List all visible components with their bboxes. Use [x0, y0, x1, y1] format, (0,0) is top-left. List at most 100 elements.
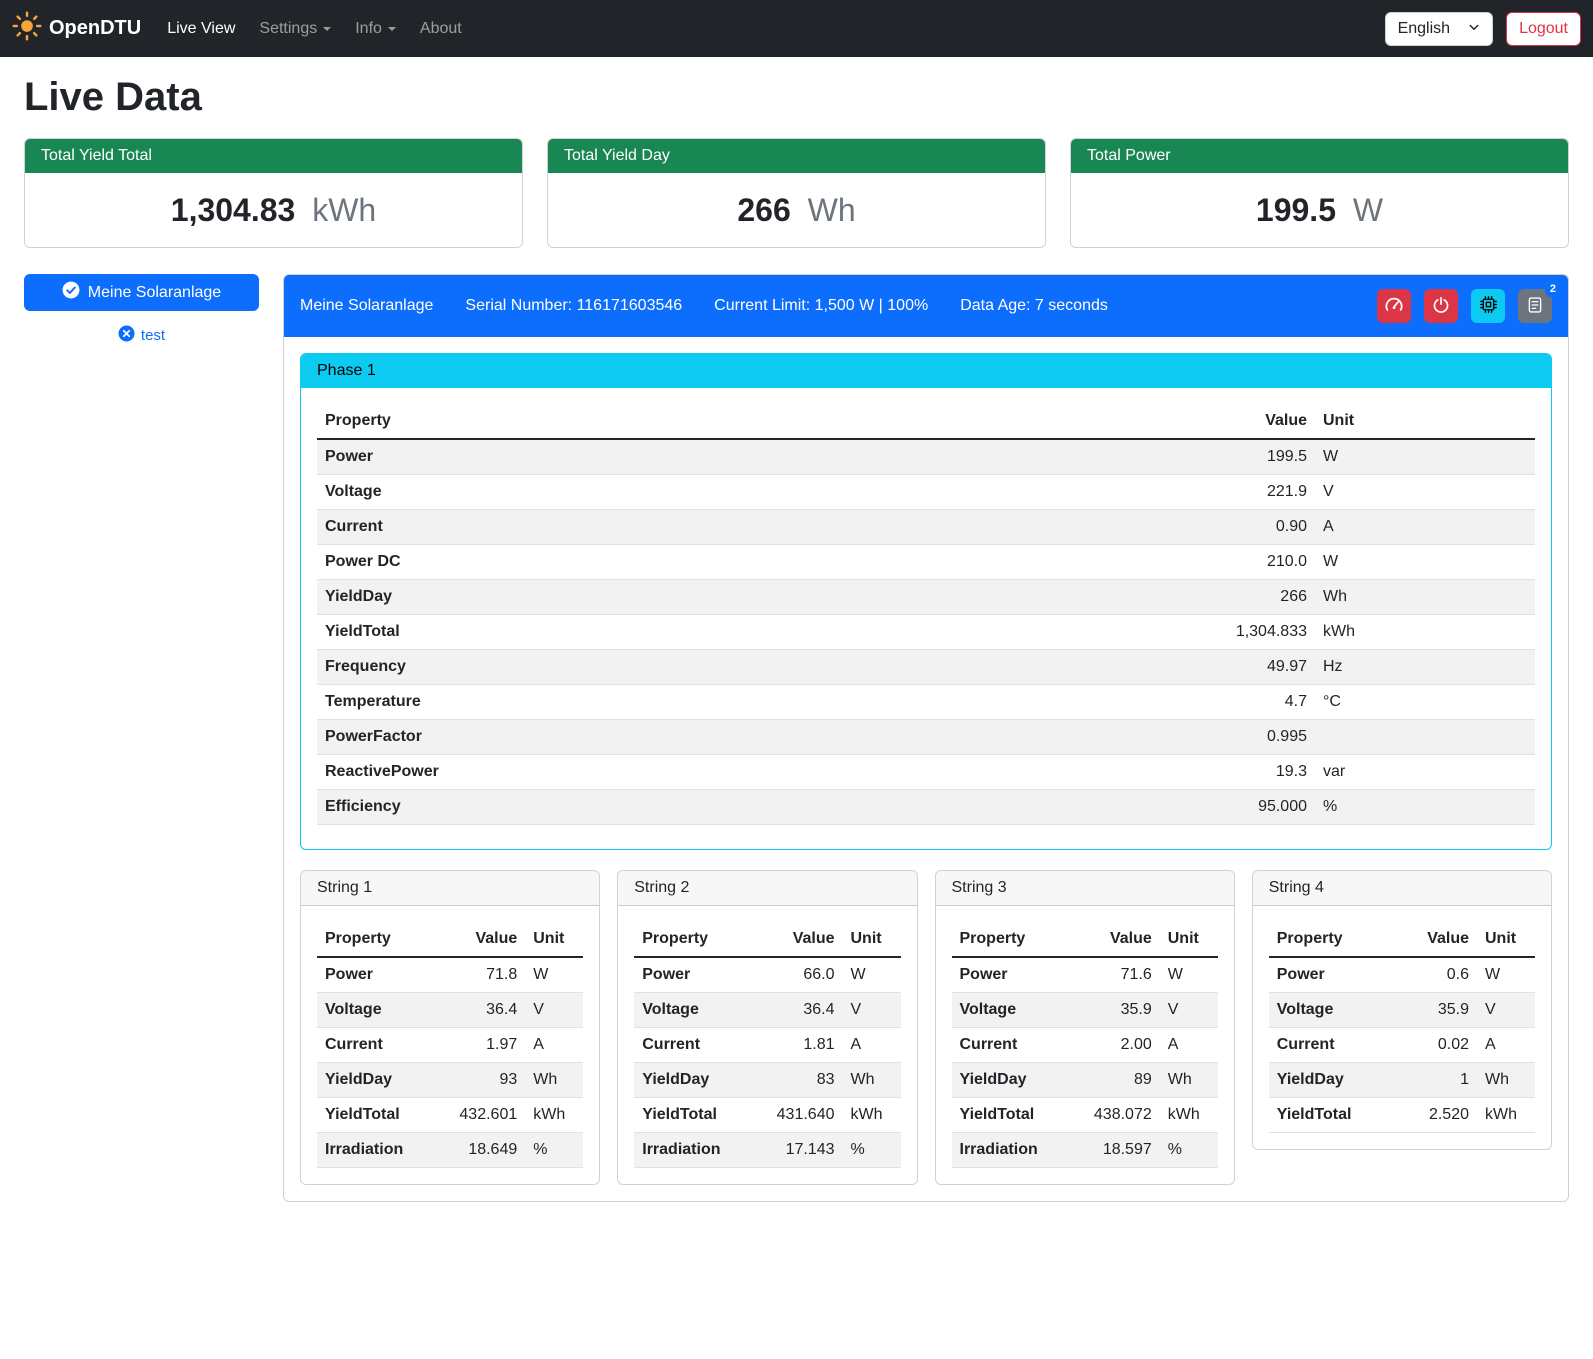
strings-row: String 1 Property Value Unit [300, 870, 1552, 1185]
value-cell: 83 [763, 1063, 843, 1098]
inverter-serial: Serial Number: 116171603546 [465, 297, 682, 315]
summary-card-total-yield-total: Total Yield Total 1,304.83 kWh [24, 138, 523, 248]
string-card-body: Property Value Unit Power 0.6 [1253, 906, 1551, 1133]
column-header-property: Property [317, 922, 445, 957]
property-cell: Power [634, 957, 762, 993]
property-cell: Power [1269, 957, 1397, 993]
value-cell: 35.9 [1080, 993, 1160, 1028]
property-cell: YieldDay [317, 580, 1115, 615]
value-cell: 1,304.833 [1115, 615, 1315, 650]
summary-card-value: 199.5 [1256, 192, 1336, 228]
unit-cell: % [1315, 790, 1535, 825]
column-header-property: Property [952, 922, 1080, 957]
sidebar-item-test[interactable]: test [24, 325, 259, 346]
property-cell: Temperature [317, 685, 1115, 720]
phase-table: Property Value Unit Power 199.5 W [317, 404, 1535, 825]
value-cell: 66.0 [763, 957, 843, 993]
limit-settings-button[interactable] [1377, 289, 1411, 323]
inverter-select-label: Meine Solaranlage [88, 284, 221, 302]
table-row: Current 1.97 A [317, 1028, 583, 1063]
string-card-title: String 1 [301, 871, 599, 906]
value-cell: 18.597 [1080, 1133, 1160, 1168]
unit-cell: A [525, 1028, 583, 1063]
nav-item-label: About [420, 20, 462, 38]
unit-cell: V [843, 993, 901, 1028]
table-row: Current 0.90 A [317, 510, 1535, 545]
table-row: Voltage 35.9 V [952, 993, 1218, 1028]
summary-card-body: 1,304.83 kWh [25, 173, 522, 247]
brand[interactable]: OpenDTU [12, 11, 141, 47]
unit-cell: Wh [1160, 1063, 1218, 1098]
property-cell: YieldTotal [634, 1098, 762, 1133]
string-card-body: Property Value Unit Power 66.0 [618, 906, 916, 1168]
summary-card-unit: Wh [808, 192, 856, 228]
inverter-panel: Meine Solaranlage Serial Number: 1161716… [283, 274, 1569, 1202]
nav-item-info[interactable]: Info [347, 12, 404, 46]
column-header-value: Value [763, 922, 843, 957]
caret-down-icon [388, 27, 396, 31]
unit-cell: W [1315, 439, 1535, 475]
string-card-2: String 2 Property Value Unit [617, 870, 917, 1185]
string-table: Property Value Unit Power 71.8 [317, 922, 583, 1168]
summary-card-total-yield-day: Total Yield Day 266 Wh [547, 138, 1046, 248]
event-log-button[interactable]: 2 [1518, 289, 1552, 323]
gauge-icon [1384, 295, 1404, 318]
value-cell: 221.9 [1115, 475, 1315, 510]
value-cell: 17.143 [763, 1133, 843, 1168]
navbar-right: English Logout [1385, 12, 1581, 46]
chevron-down-icon [1468, 20, 1480, 38]
page-title: Live Data [24, 75, 1569, 120]
device-info-button[interactable] [1471, 289, 1505, 323]
string-table: Property Value Unit Power 0.6 [1269, 922, 1535, 1133]
phase-card-body: Property Value Unit Power 199.5 W [301, 388, 1551, 849]
property-cell: YieldTotal [317, 1098, 445, 1133]
table-row: YieldTotal 1,304.833 kWh [317, 615, 1535, 650]
unit-cell: °C [1315, 685, 1535, 720]
check-circle-icon [62, 281, 80, 304]
journal-icon [1526, 296, 1544, 317]
value-cell: 2.520 [1397, 1098, 1477, 1133]
inverter-select-button[interactable]: Meine Solaranlage [24, 274, 259, 311]
unit-cell: kWh [843, 1098, 901, 1133]
sidebar-item-test-label: test [141, 327, 165, 344]
unit-cell [1315, 720, 1535, 755]
power-control-button[interactable] [1424, 289, 1458, 323]
unit-cell: % [1160, 1133, 1218, 1168]
value-cell: 71.8 [445, 957, 525, 993]
column-header-unit: Unit [1315, 404, 1535, 439]
value-cell: 2.00 [1080, 1028, 1160, 1063]
table-row: YieldTotal 2.520 kWh [1269, 1098, 1535, 1133]
value-cell: 431.640 [763, 1098, 843, 1133]
column-header-property: Property [634, 922, 762, 957]
value-cell: 36.4 [763, 993, 843, 1028]
string-card-3: String 3 Property Value Unit [935, 870, 1235, 1185]
unit-cell: W [843, 957, 901, 993]
language-select[interactable]: English [1385, 12, 1493, 46]
nav-item-about[interactable]: About [412, 12, 470, 46]
table-row: Voltage 221.9 V [317, 475, 1535, 510]
logout-button[interactable]: Logout [1506, 12, 1581, 46]
x-circle-icon[interactable] [118, 325, 135, 346]
table-row: YieldDay 83 Wh [634, 1063, 900, 1098]
summary-card-title: Total Power [1071, 139, 1568, 173]
caret-down-icon [323, 27, 331, 31]
property-cell: Power DC [317, 545, 1115, 580]
inverter-panel-header: Meine Solaranlage Serial Number: 1161716… [284, 275, 1568, 337]
summary-card-body: 199.5 W [1071, 173, 1568, 247]
value-cell: 0.02 [1397, 1028, 1477, 1063]
nav-item-settings[interactable]: Settings [251, 12, 339, 46]
unit-cell: kWh [1315, 615, 1535, 650]
nav-item-live-view[interactable]: Live View [159, 12, 243, 46]
table-row: Efficiency 95.000 % [317, 790, 1535, 825]
inverter-limit: Current Limit: 1,500 W | 100% [714, 297, 928, 315]
property-cell: Power [952, 957, 1080, 993]
property-cell: YieldDay [952, 1063, 1080, 1098]
table-row: ReactivePower 19.3 var [317, 755, 1535, 790]
string-card-body: Property Value Unit Power 71.6 [936, 906, 1234, 1168]
table-row: Voltage 36.4 V [634, 993, 900, 1028]
phase-card: Phase 1 Property Value Unit [300, 353, 1552, 850]
unit-cell: W [1477, 957, 1535, 993]
table-row: Temperature 4.7 °C [317, 685, 1535, 720]
table-row: Power 71.8 W [317, 957, 583, 993]
table-row: Current 2.00 A [952, 1028, 1218, 1063]
